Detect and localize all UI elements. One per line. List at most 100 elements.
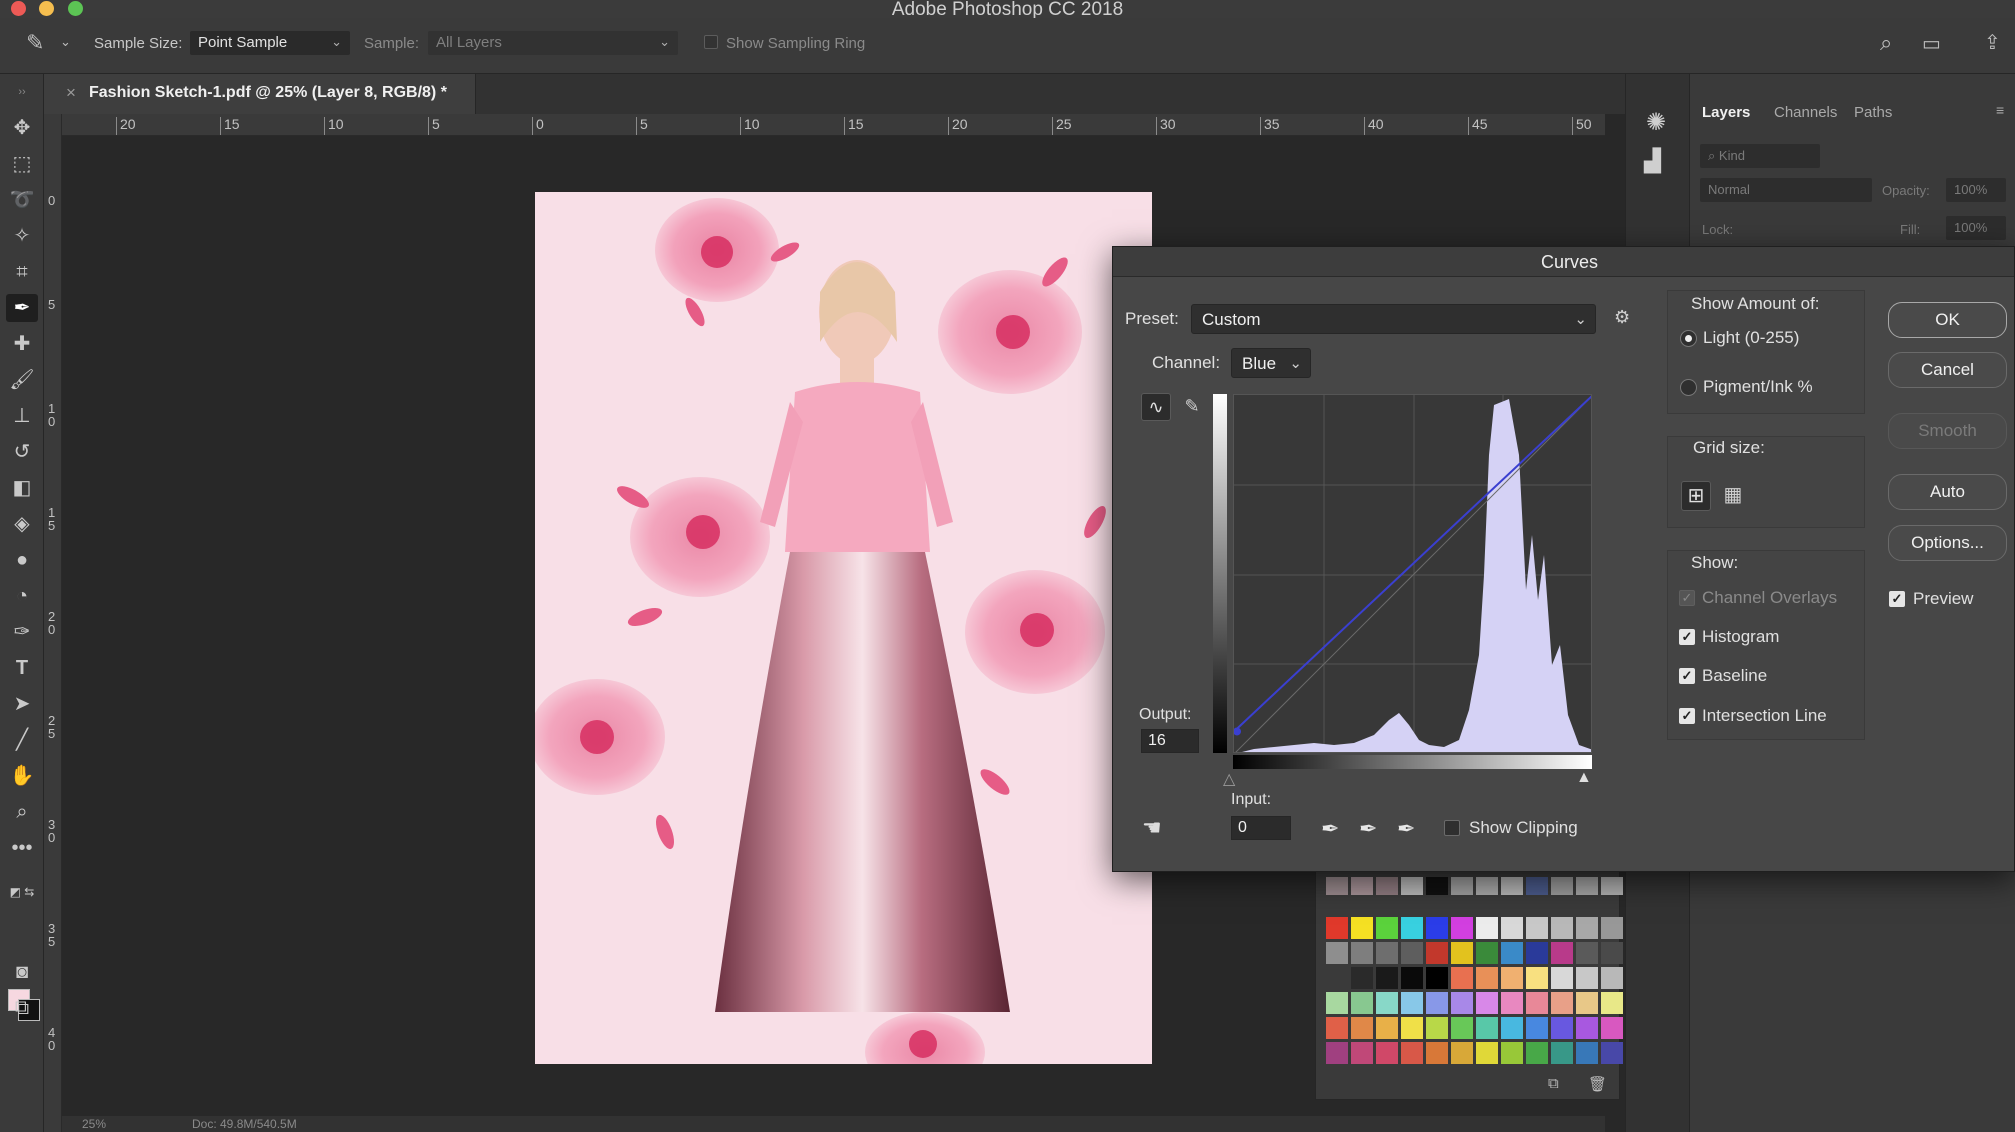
channel-select[interactable]: Blue ⌄ [1231, 348, 1311, 378]
color-swatch[interactable] [1326, 942, 1348, 964]
color-swatch[interactable] [1551, 1017, 1573, 1039]
color-swatch[interactable] [1401, 1042, 1423, 1064]
history-brush-tool-icon[interactable]: ↺ [6, 438, 38, 466]
color-swatch[interactable] [1451, 877, 1473, 895]
show-clipping-checkbox[interactable] [1444, 820, 1460, 836]
clone-stamp-tool-icon[interactable]: ⊥ [6, 402, 38, 430]
color-swatch[interactable] [1576, 1017, 1598, 1039]
document-tab[interactable]: × Fashion Sketch-1.pdf @ 25% (Layer 8, R… [44, 74, 476, 114]
color-swatch[interactable] [1326, 1017, 1348, 1039]
pigment-ink-radio[interactable] [1680, 379, 1697, 396]
color-swatch[interactable] [1476, 967, 1498, 989]
color-swatch[interactable] [1501, 967, 1523, 989]
color-swatch[interactable] [1351, 917, 1373, 939]
adjustments-icon[interactable]: ✺ [1646, 108, 1666, 137]
color-swatch[interactable] [1451, 1042, 1473, 1064]
eraser-tool-icon[interactable]: ◧ [6, 474, 38, 502]
output-field[interactable]: 16 [1141, 729, 1199, 753]
color-swatch[interactable] [1526, 967, 1548, 989]
auto-button[interactable]: Auto [1888, 474, 2007, 510]
color-swatch[interactable] [1401, 967, 1423, 989]
light-radio[interactable] [1680, 330, 1697, 347]
opacity-input[interactable]: 100% [1946, 178, 2006, 202]
color-swatch[interactable] [1576, 917, 1598, 939]
chevron-down-icon[interactable]: ⌄ [60, 34, 71, 50]
pencil-draw-icon[interactable]: ✎ [1177, 393, 1207, 421]
color-swatch[interactable] [1426, 917, 1448, 939]
color-swatch[interactable] [1601, 877, 1623, 895]
color-swatch[interactable] [1551, 942, 1573, 964]
color-swatch[interactable] [1326, 992, 1348, 1014]
detailed-grid-icon[interactable]: ▦ [1718, 481, 1748, 511]
lasso-tool-icon[interactable]: ➰ [6, 186, 38, 214]
paint-bucket-tool-icon[interactable]: ◈ [6, 510, 38, 538]
options-button[interactable]: Options... [1888, 525, 2007, 561]
color-swatch[interactable] [1576, 877, 1598, 895]
pen-tool-icon[interactable]: ✑ [6, 618, 38, 646]
white-point-slider[interactable]: ▲ [1576, 769, 1592, 787]
tab-channels[interactable]: Channels [1774, 104, 1837, 121]
color-swatch[interactable] [1476, 942, 1498, 964]
color-swatch[interactable] [1426, 1042, 1448, 1064]
color-swatch[interactable] [1426, 992, 1448, 1014]
color-swatch[interactable] [1401, 877, 1423, 895]
type-tool-icon[interactable]: T [6, 654, 38, 682]
screen-mode-icon[interactable]: ⧉ [6, 994, 38, 1022]
color-swatch[interactable] [1351, 992, 1373, 1014]
preset-select[interactable]: Custom ⌄ [1191, 304, 1596, 334]
fill-input[interactable]: 100% [1946, 216, 2006, 240]
color-swatch[interactable] [1601, 1017, 1623, 1039]
color-swatch[interactable] [1576, 1042, 1598, 1064]
crop-tool-icon[interactable]: ⌗ [6, 258, 38, 286]
show-sampling-ring-checkbox[interactable] [704, 35, 718, 49]
color-swatch[interactable] [1401, 942, 1423, 964]
new-swatch-icon[interactable]: ⧉ [1548, 1075, 1559, 1092]
color-swatch[interactable] [1426, 877, 1448, 895]
color-swatch[interactable] [1451, 942, 1473, 964]
color-swatch[interactable] [1576, 967, 1598, 989]
delete-swatch-icon[interactable]: 🗑 [1588, 1075, 1607, 1093]
color-swatch[interactable] [1526, 942, 1548, 964]
color-swatch[interactable] [1351, 942, 1373, 964]
histogram-checkbox[interactable]: ✓ [1679, 629, 1695, 645]
sample-select[interactable]: All Layers ⌄ [428, 31, 678, 55]
close-document-icon[interactable]: × [66, 83, 76, 103]
curve-control-point[interactable] [1234, 727, 1241, 736]
color-swatch[interactable] [1476, 917, 1498, 939]
tab-paths[interactable]: Paths [1854, 104, 1892, 121]
quick-mask-icon[interactable]: ◙ [6, 958, 38, 986]
zoom-tool-icon[interactable]: ⌕ [6, 798, 38, 826]
sample-size-select[interactable]: Point Sample ⌄ [190, 31, 350, 55]
color-swatch[interactable] [1376, 1017, 1398, 1039]
color-swatch[interactable] [1576, 992, 1598, 1014]
color-swatch[interactable] [1326, 1042, 1348, 1064]
brush-tool-icon[interactable]: 🖌 [6, 366, 38, 394]
black-eyedropper-icon[interactable]: ✒ [1321, 816, 1339, 842]
blur-tool-icon[interactable]: ● [6, 546, 38, 574]
color-swatch[interactable] [1376, 967, 1398, 989]
white-eyedropper-icon[interactable]: ✒ [1397, 816, 1415, 842]
curves-graph[interactable] [1233, 394, 1592, 753]
more-tools-icon[interactable]: ••• [6, 834, 38, 862]
color-swatch[interactable] [1551, 1042, 1573, 1064]
color-swatch[interactable] [1426, 942, 1448, 964]
smooth-button[interactable]: Smooth [1888, 413, 2007, 449]
color-swatch[interactable] [1326, 967, 1348, 989]
color-swatch[interactable] [1451, 917, 1473, 939]
path-selection-tool-icon[interactable]: ➤ [6, 690, 38, 718]
black-point-slider[interactable]: △ [1223, 769, 1235, 789]
color-swatch[interactable] [1451, 1017, 1473, 1039]
zoom-level[interactable]: 25% [82, 1117, 106, 1131]
marquee-tool-icon[interactable]: ⬚ [6, 150, 38, 178]
preview-checkbox[interactable]: ✓ [1889, 591, 1905, 607]
color-swatch[interactable] [1501, 877, 1523, 895]
magic-wand-tool-icon[interactable]: ✧ [6, 222, 38, 250]
expand-toolbar-icon[interactable]: ›› [6, 78, 38, 106]
color-swatch[interactable] [1551, 877, 1573, 895]
histogram-icon[interactable]: ▟ [1644, 148, 1661, 174]
color-swatch[interactable] [1526, 917, 1548, 939]
color-swatch[interactable] [1326, 917, 1348, 939]
color-swatch[interactable] [1526, 1017, 1548, 1039]
color-swatch[interactable] [1401, 992, 1423, 1014]
color-swatch[interactable] [1476, 1042, 1498, 1064]
